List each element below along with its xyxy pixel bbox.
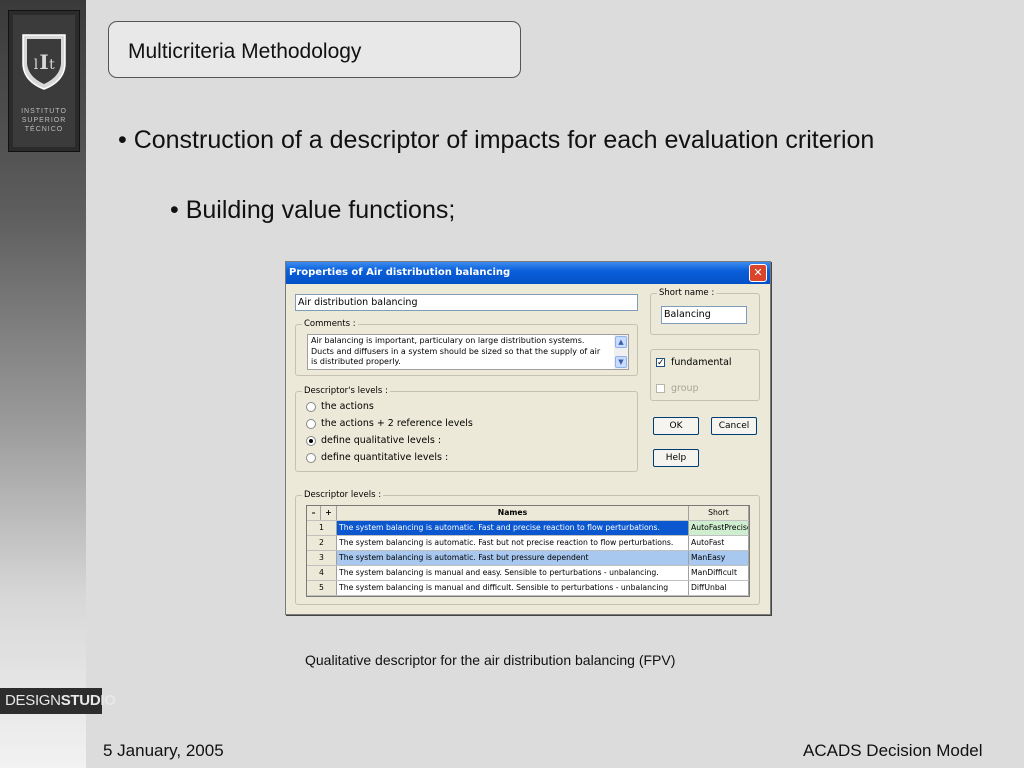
logo-text: INSTITUTO SUPERIOR TÉCNICO [13, 107, 75, 134]
radio-reference-levels[interactable]: the actions + 2 reference levels [306, 418, 473, 432]
add-row-button[interactable]: + [321, 506, 337, 520]
group-checkbox[interactable]: group [656, 383, 699, 394]
radio-quantitative-levels[interactable]: define quantitative levels : [306, 452, 448, 466]
short-column-header[interactable]: Short [689, 506, 749, 520]
shield-icon: I l t [22, 34, 66, 90]
levels-legend: Descriptor levels : [302, 490, 384, 500]
logo-line: INSTITUTO [21, 108, 67, 115]
descriptor-levels-options: Descriptor's levels : the actions the ac… [295, 386, 638, 472]
short-name-legend: Short name : [657, 288, 717, 298]
bullet-descriptor: • Construction of a descriptor of impact… [118, 126, 875, 154]
level-name-cell[interactable]: The system balancing is automatic. Fast … [337, 521, 689, 535]
short-name-value: Balancing [664, 309, 711, 320]
ist-logo: I l t INSTITUTO SUPERIOR TÉCNICO [8, 10, 80, 152]
radio-icon[interactable] [306, 401, 316, 412]
level-name-cell[interactable]: The system balancing is manual and easy.… [337, 566, 689, 580]
cancel-button[interactable]: Cancel [711, 417, 757, 435]
table-row[interactable]: 2 The system balancing is automatic. Fas… [307, 536, 749, 551]
table-row[interactable]: 4 The system balancing is manual and eas… [307, 566, 749, 581]
level-short-cell[interactable]: ManDifficult [689, 566, 749, 580]
designstudio-badge: DESIGNSTUDIO [0, 688, 116, 714]
criterion-name-value: Air distribution balancing [298, 297, 418, 308]
slide-title: Multicriteria Methodology [128, 40, 362, 63]
level-short-cell[interactable]: AutoFast [689, 536, 749, 550]
designstudio-label: DESIGNSTUDIO [5, 692, 116, 709]
svg-text:t: t [49, 57, 55, 73]
level-name-cell[interactable]: The system balancing is manual and diffi… [337, 581, 689, 595]
radio-icon[interactable] [306, 452, 316, 463]
comments-group: Comments : Air balancing is important, p… [295, 319, 638, 376]
table-row[interactable]: 1 The system balancing is automatic. Fas… [307, 521, 749, 536]
descriptor-levels-grid: – + Names Short 1 The system balancing i… [306, 505, 750, 597]
bullet-value-functions: • Building value functions; [170, 196, 456, 224]
table-row[interactable]: 3 The system balancing is automatic. Fas… [307, 551, 749, 566]
comments-text: Air balancing is important, particulary … [311, 336, 601, 366]
flags-group: ✓ fundamental group [650, 349, 760, 401]
table-row[interactable]: 5 The system balancing is manual and dif… [307, 581, 749, 596]
checkbox-disabled-icon[interactable] [656, 384, 665, 393]
footer-date: 5 January, 2005 [103, 741, 224, 760]
help-button[interactable]: Help [653, 449, 699, 467]
comments-legend: Comments : [302, 319, 358, 329]
radio-the-actions[interactable]: the actions [306, 401, 374, 415]
row-number: 1 [307, 521, 337, 535]
comments-textarea[interactable]: Air balancing is important, particulary … [307, 334, 629, 370]
slide-title-box: Multicriteria Methodology [108, 21, 521, 78]
radio-label: define qualitative levels : [321, 435, 442, 446]
level-short-cell[interactable]: DiffUnbal [689, 581, 749, 595]
radio-selected-icon[interactable] [306, 435, 316, 446]
row-number: 5 [307, 581, 337, 595]
row-number: 3 [307, 551, 337, 565]
checkbox-checked-icon[interactable]: ✓ [656, 358, 665, 368]
radio-label: define quantitative levels : [321, 452, 449, 463]
level-name-cell[interactable]: The system balancing is automatic. Fast … [337, 536, 689, 550]
criterion-name-input[interactable]: Air distribution balancing [295, 294, 638, 311]
properties-dialog: Properties of Air distribution balancing… [285, 261, 771, 615]
figure-caption: Qualitative descriptor for the air distr… [305, 652, 676, 668]
comments-scrollbar[interactable]: ▲ ▼ [614, 335, 628, 369]
dialog-title: Properties of Air distribution balancing [289, 267, 511, 278]
short-name-input[interactable]: Balancing [661, 306, 747, 324]
svg-text:l: l [34, 57, 39, 73]
radio-icon[interactable] [306, 418, 316, 429]
level-name-cell[interactable]: The system balancing is automatic. Fast … [337, 551, 689, 565]
radio-label: the actions [321, 401, 374, 412]
scroll-up-icon[interactable]: ▲ [615, 336, 627, 348]
logo-line: SUPERIOR [21, 117, 67, 124]
short-name-group: Short name : Balancing [650, 288, 760, 335]
radio-label: the actions + 2 reference levels [321, 418, 473, 429]
svg-text:I: I [39, 50, 48, 74]
level-short-cell[interactable]: ManEasy [689, 551, 749, 565]
fundamental-checkbox[interactable]: ✓ fundamental [656, 357, 732, 368]
remove-row-button[interactable]: – [307, 506, 321, 520]
level-short-cell[interactable]: AutoFastPrecise [689, 521, 749, 535]
radio-qualitative-levels[interactable]: define qualitative levels : [306, 435, 441, 449]
group-label: group [671, 383, 699, 394]
descriptor-legend: Descriptor's levels : [302, 386, 390, 396]
dialog-titlebar[interactable]: Properties of Air distribution balancing… [286, 262, 770, 284]
row-number: 2 [307, 536, 337, 550]
logo-line: TÉCNICO [24, 126, 64, 133]
fundamental-label: fundamental [671, 357, 732, 368]
scroll-down-icon[interactable]: ▼ [615, 356, 627, 368]
names-column-header[interactable]: Names [337, 506, 689, 520]
logo-panel: I l t INSTITUTO SUPERIOR TÉCNICO [13, 15, 75, 147]
footer-model: ACADS Decision Model [803, 741, 983, 760]
row-number: 4 [307, 566, 337, 580]
ok-button[interactable]: OK [653, 417, 699, 435]
close-icon[interactable]: ✕ [749, 264, 767, 282]
grid-header-row: – + Names Short [307, 506, 749, 521]
